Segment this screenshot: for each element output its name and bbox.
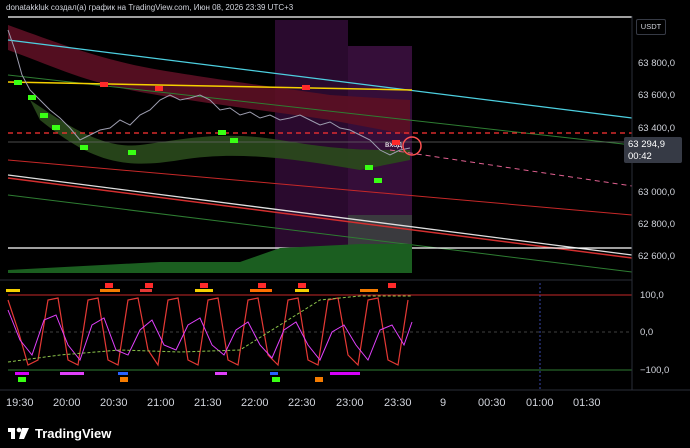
tradingview-logo-icon (8, 427, 29, 439)
time-label: 22:30 (288, 397, 316, 409)
osc-magenta-line (7, 309, 413, 362)
osc-label: 100,0 (640, 290, 664, 301)
time-axis[interactable]: 19:30 20:00 20:30 21:00 21:30 22:00 22:3… (6, 397, 601, 409)
current-price: 63 294,9 (628, 139, 665, 150)
osc-bottom-signal-bar (15, 372, 360, 375)
time-label: 20:30 (100, 397, 128, 409)
brand-name: TradingView (35, 425, 112, 441)
time-label: 00:30 (478, 397, 506, 409)
time-label: 22:00 (241, 397, 269, 409)
time-label: 21:30 (194, 397, 222, 409)
tradingview-logo[interactable]: TradingView (8, 423, 111, 443)
oscillator-axis[interactable]: 100,0 0,0 −100,0 (640, 290, 669, 376)
time-label: 20:00 (53, 397, 81, 409)
current-price-label: 63 294,9 00:42 (624, 137, 682, 163)
price-label: 63 400,0 (638, 123, 675, 134)
session-box-top (348, 20, 412, 46)
price-label: 63 600,0 (638, 90, 675, 101)
time-label: 01:00 (526, 397, 554, 409)
time-label: 9 (440, 397, 446, 409)
time-label: 19:30 (6, 397, 34, 409)
pink-dashed-trend (389, 149, 633, 187)
price-chart[interactable]: вход 63 800,0 (0, 0, 690, 420)
price-label: 63 800,0 (638, 58, 675, 69)
time-label: 21:00 (147, 397, 175, 409)
price-label: 62 800,0 (638, 219, 675, 230)
bar-countdown: 00:42 (628, 151, 652, 162)
currency-badge[interactable]: USDT (636, 19, 666, 35)
time-label: 23:00 (336, 397, 364, 409)
time-label: 01:30 (573, 397, 601, 409)
osc-top-signal-bar (6, 289, 378, 292)
price-label: 63 000,0 (638, 187, 675, 198)
osc-label: 0,0 (640, 327, 653, 338)
price-label: 62 600,0 (638, 251, 675, 262)
time-label: 23:30 (384, 397, 412, 409)
osc-label: −100,0 (640, 365, 669, 376)
osc-green-dash (7, 295, 412, 363)
